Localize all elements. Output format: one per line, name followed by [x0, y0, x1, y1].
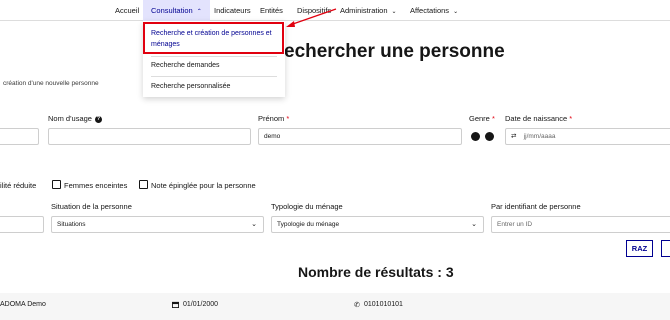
results-count-title: Nombre de résultats : 3 — [298, 264, 454, 280]
calendar-swap-icon: ⇄ — [511, 133, 517, 140]
date-naissance-input[interactable]: ⇄ jj/mm/aaaa — [505, 128, 670, 145]
table-row[interactable]: ADOMA Demo 01/01/2000 ✆ 0101010101 — [0, 293, 670, 320]
nom-usage-label: Nom d'usage? — [48, 114, 102, 123]
genre-label-text: Genre — [469, 114, 490, 123]
nav-item-affectations[interactable]: Affectations ⌄ — [410, 0, 458, 21]
gender-male-icon[interactable] — [471, 132, 480, 141]
identifiant-input[interactable]: Entrer un ID — [491, 216, 670, 233]
date-naissance-label: Date de naissance * — [505, 114, 572, 123]
nav-item-label: Administration — [340, 6, 388, 15]
nav-item-administration[interactable]: Administration ⌄ — [340, 0, 397, 21]
situation-select-value: Situations — [57, 221, 86, 228]
checkbox-label-note-epinglee: Note épinglée pour la personne — [151, 181, 256, 190]
chevron-down-icon: ⌄ — [391, 9, 397, 15]
export-button[interactable] — [661, 240, 670, 257]
situation-select[interactable]: Situations ⌄ — [51, 216, 264, 233]
result-name: ADOMA Demo — [0, 301, 46, 308]
select-partial[interactable] — [0, 216, 44, 233]
checkbox-femmes-enceintes[interactable] — [52, 180, 61, 189]
chevron-up-icon: ⌃ — [196, 9, 202, 15]
chevron-down-icon: ⌄ — [453, 9, 459, 15]
highlight-box — [143, 22, 284, 54]
menu-item-recherche-personnalisee[interactable]: Recherche personnalisée — [143, 81, 285, 92]
nom-usage-label-text: Nom d'usage — [48, 114, 92, 123]
page-subtitle: création d'une nouvelle personne — [3, 80, 99, 87]
calendar-icon — [172, 301, 179, 308]
nav-item-label: Consultation — [151, 6, 193, 15]
result-phone: 0101010101 — [364, 301, 403, 308]
prenom-label: Prénom * — [258, 114, 289, 123]
prenom-input[interactable]: demo — [258, 128, 462, 145]
page-title: echercher une personne — [284, 41, 505, 62]
required-marker: * — [569, 114, 573, 123]
nav-item-consultation[interactable]: Consultation ⌃ — [143, 0, 210, 21]
date-naissance-label-text: Date de naissance — [505, 114, 568, 123]
nav-item-label: Affectations — [410, 6, 450, 15]
typologie-select[interactable]: Typologie du ménage ⌄ — [271, 216, 484, 233]
menu-divider — [151, 56, 277, 57]
checkbox-label-mobilite: ilité réduite — [0, 181, 37, 190]
annotation-arrow-icon — [286, 8, 337, 27]
chevron-down-icon: ⌄ — [471, 221, 477, 228]
typologie-select-value: Typologie du ménage — [277, 221, 340, 228]
prenom-label-text: Prénom — [258, 114, 285, 123]
menu-item-recherche-demandes[interactable]: Recherche demandes — [143, 60, 285, 71]
menu-divider — [151, 76, 277, 77]
situation-label: Situation de la personne — [51, 202, 132, 211]
gender-female-icon[interactable] — [485, 132, 494, 141]
phone-icon: ✆ — [354, 302, 360, 309]
checkbox-note-epinglee[interactable] — [139, 180, 148, 189]
genre-label: Genre * — [469, 114, 495, 123]
raz-button[interactable]: RAZ — [626, 240, 653, 257]
result-birthdate: 01/01/2000 — [183, 301, 219, 308]
required-marker: * — [286, 114, 290, 123]
date-placeholder: jj/mm/aaaa — [523, 133, 556, 140]
help-icon[interactable]: ? — [94, 115, 102, 123]
nom-field-partial[interactable] — [0, 128, 39, 145]
required-marker: * — [491, 114, 495, 123]
nav-item-indicateurs[interactable]: Indicateurs — [214, 0, 251, 21]
identifiant-label: Par identifiant de personne — [491, 202, 581, 211]
nav-item-accueil[interactable]: Accueil — [115, 0, 139, 21]
checkbox-label-femmes-enceintes: Femmes enceintes — [64, 181, 128, 190]
typologie-label: Typologie du ménage — [271, 202, 343, 211]
chevron-down-icon: ⌄ — [251, 221, 257, 228]
nom-usage-input[interactable] — [48, 128, 251, 145]
